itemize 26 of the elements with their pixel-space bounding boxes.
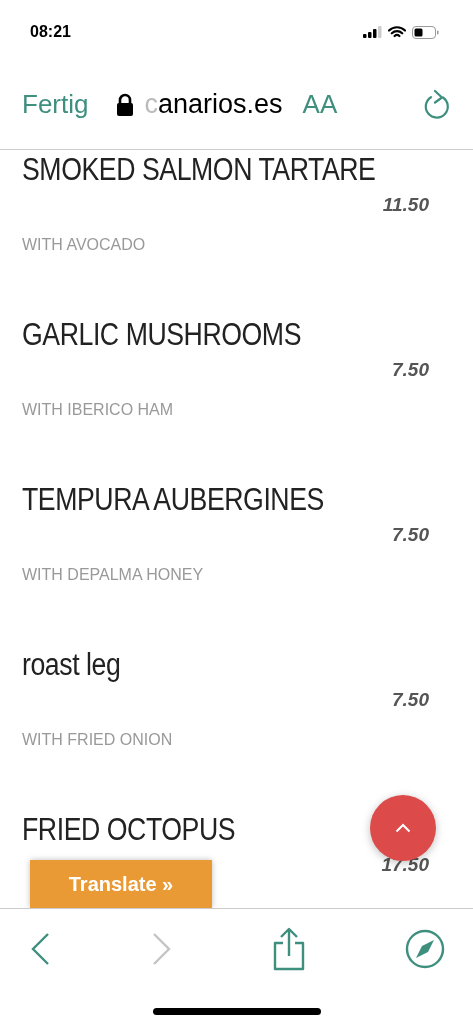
dish-price: 11.50 [382, 194, 429, 216]
wifi-icon [388, 25, 406, 39]
back-icon[interactable] [30, 931, 52, 966]
dish-name: SMOKED SALMON TARTARE [22, 152, 376, 188]
text-size-button[interactable]: AA [302, 89, 338, 120]
battery-icon [412, 25, 439, 39]
lock-icon [116, 92, 135, 117]
dish-description: WITH FRIED ONION [22, 731, 174, 749]
url-text[interactable]: canarios.es [144, 89, 283, 120]
signal-icon [363, 26, 382, 38]
dish-description: WITH IBERICO HAM [22, 401, 175, 419]
dish-description: WITH AVOCADO [22, 236, 147, 254]
dish-price: 7.50 [392, 359, 429, 381]
dish-description: WITH DEPALMA HONEY [22, 566, 205, 584]
dish-price: 7.50 [392, 689, 429, 711]
dish-name: TEMPURA AUBERGINES [22, 482, 324, 518]
reload-icon[interactable] [423, 88, 451, 121]
status-time: 08:21 [30, 23, 71, 41]
dish-name: GARLIC MUSHROOMS [22, 317, 301, 353]
dish-name: roast leg [22, 647, 121, 683]
dish-name: FRIED OCTOPUS [22, 812, 236, 848]
compass-icon[interactable] [405, 928, 445, 969]
translate-button[interactable]: Translate » [30, 860, 212, 908]
dish-price: 7.50 [392, 524, 429, 546]
chevron-up-icon [395, 823, 411, 833]
done-button[interactable]: Fertig [22, 89, 89, 120]
